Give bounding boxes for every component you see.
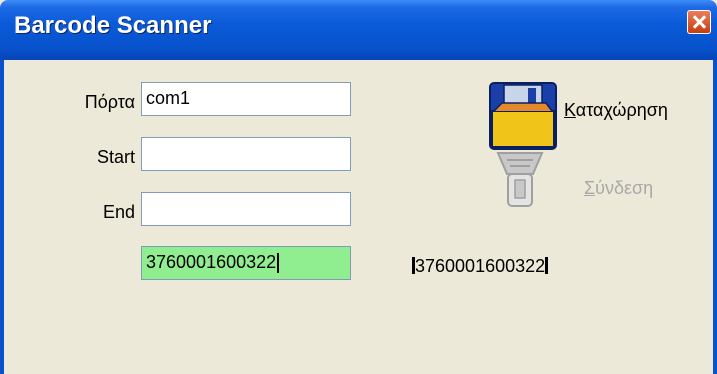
- connect-button[interactable]: Σύνδεση: [584, 178, 653, 199]
- port-value: com1: [146, 88, 191, 108]
- save-label: αταχώρηση: [575, 100, 668, 120]
- barcode-input[interactable]: 3760001600322: [141, 246, 351, 280]
- floppy-disk-icon[interactable]: [488, 81, 558, 151]
- connect-label: ύνδεση: [595, 178, 654, 198]
- window-border-right: [713, 60, 717, 374]
- barcode-readout: 3760001600322: [412, 256, 549, 277]
- readout-right-marker: [545, 257, 549, 274]
- port-label: Πόρτα: [84, 92, 135, 112]
- save-button[interactable]: Καταχώρηση: [564, 100, 668, 121]
- save-accelerator: Κ: [564, 100, 576, 120]
- start-label: Start: [96, 147, 135, 167]
- barcode-scanner-icon: [496, 152, 544, 207]
- start-field[interactable]: [141, 137, 351, 171]
- text-caret: [277, 253, 280, 274]
- end-field[interactable]: [141, 192, 351, 226]
- barcode-scanner-window: Barcode Scanner Πόρτα com1 Start End 376…: [0, 0, 717, 374]
- barcode-input-value: 3760001600322: [146, 252, 277, 272]
- title-bar[interactable]: Barcode Scanner: [0, 0, 717, 60]
- end-label: End: [102, 202, 135, 222]
- connect-accelerator: Σ: [584, 178, 596, 198]
- window-border-left: [0, 60, 4, 374]
- readout-value: 3760001600322: [415, 256, 546, 276]
- window-title: Barcode Scanner: [14, 12, 212, 39]
- port-field[interactable]: com1: [141, 82, 351, 116]
- close-button[interactable]: [687, 10, 711, 34]
